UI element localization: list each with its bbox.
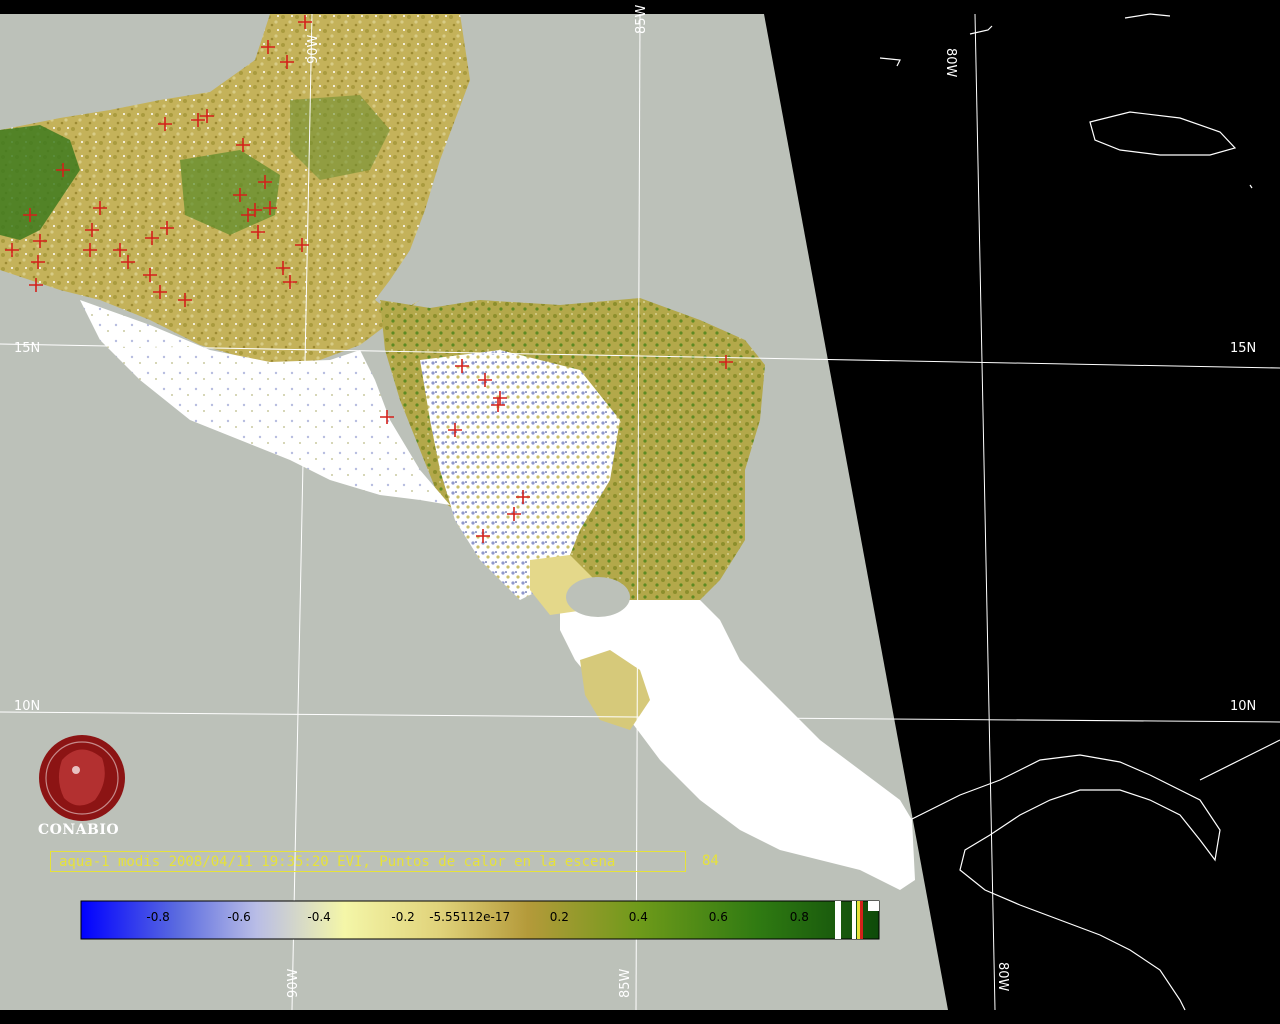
label-lat-10-left: 10N xyxy=(14,699,41,714)
label-lon-90-bottom: 90W xyxy=(286,968,301,998)
colorbar-tick-label: -0.2 xyxy=(391,910,415,924)
conabio-logo xyxy=(39,735,125,821)
lake-nicaragua xyxy=(566,577,630,617)
label-lon-80-top: 80W xyxy=(943,48,958,78)
label-lon-85-bottom: 85W xyxy=(618,968,633,998)
colorbar-tick-label: -0.4 xyxy=(307,910,331,924)
colorbar-tick-label: 0.8 xyxy=(789,910,809,924)
colorbar-tick-label: -0.6 xyxy=(227,910,251,924)
colorbar-tick-label: 0.2 xyxy=(549,910,569,924)
colorbar-tick-label: 0.6 xyxy=(708,910,728,924)
label-lat-10-right: 10N xyxy=(1230,699,1257,714)
label-lon-85-top: 85W xyxy=(634,4,649,34)
colorbar-tick-label: -5.55112e-17 xyxy=(429,910,511,924)
scene-caption: aqua-1 modis 2008/04/11 19:35:20 EVI, Pu… xyxy=(50,851,686,872)
colorbar-tick-label: -0.8 xyxy=(146,910,170,924)
map-canvas: 15N 15N 10N 10N 85W 80W 90W 90W 85W 80W … xyxy=(0,0,1280,1024)
label-lon-90-top: 90W xyxy=(306,34,321,64)
hotspot-count: 84 xyxy=(702,853,719,869)
label-lon-80-bottom: 80W xyxy=(995,962,1010,992)
label-lat-15-left: 15N xyxy=(14,341,41,356)
colorbar-tick-label: 0.4 xyxy=(628,910,648,924)
conabio-logo-text: CONABIO xyxy=(38,822,120,838)
label-lat-15-right: 15N xyxy=(1230,341,1257,356)
